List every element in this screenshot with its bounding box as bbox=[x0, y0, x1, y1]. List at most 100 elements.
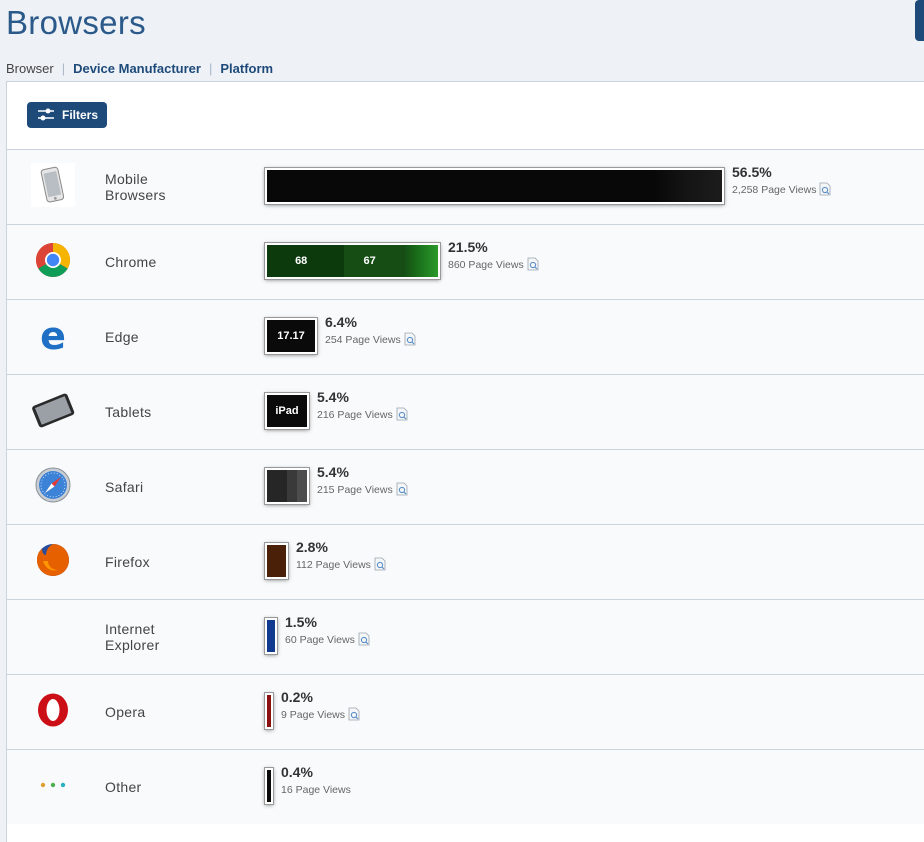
filters-label: Filters bbox=[62, 108, 99, 122]
share-bar[interactable]: iPad bbox=[265, 393, 309, 429]
browser-name-line: Chrome bbox=[105, 254, 157, 270]
browser-name-line: Mobile bbox=[105, 171, 149, 187]
mobile-phone-icon bbox=[31, 163, 75, 207]
tablet-icon bbox=[31, 388, 75, 432]
chrome-icon bbox=[31, 238, 75, 282]
sliders-icon bbox=[38, 108, 54, 121]
browser-row: e Edge 17.17 6.4% 254 Page Views bbox=[7, 299, 924, 374]
tab-browser: Browser bbox=[6, 61, 54, 76]
share-percent: 21.5% bbox=[448, 239, 488, 255]
browser-name-text: Other bbox=[105, 779, 142, 795]
share-stats: 5.4% 215 Page Views bbox=[317, 464, 409, 498]
browser-row: Opera 0.2% 9 Page Views bbox=[7, 674, 924, 749]
share-percent: 1.5% bbox=[285, 614, 317, 630]
browser-list: Mobile Browsers 56.5% 2,258 Page Views Chrom… bbox=[7, 149, 924, 824]
share-percent: 5.4% bbox=[317, 389, 349, 405]
share-bar[interactable] bbox=[265, 768, 273, 804]
share-percent: 56.5% bbox=[732, 164, 772, 180]
edge-icon: e bbox=[31, 313, 75, 357]
browser-name-line: Internet bbox=[105, 621, 155, 637]
browser-name-text: Chrome bbox=[105, 254, 157, 270]
browser-name: Firefox bbox=[105, 525, 235, 599]
share-bar[interactable]: 17.17 bbox=[265, 318, 317, 354]
opera-icon bbox=[31, 688, 75, 732]
browser-row: Other 0.4% 16 Page Views bbox=[7, 749, 924, 824]
share-bar[interactable] bbox=[265, 168, 724, 204]
share-stats: 56.5% 2,258 Page Views bbox=[732, 164, 832, 198]
browser-name-line: Browsers bbox=[105, 187, 166, 203]
tab-device-manufacturer[interactable]: Device Manufacturer bbox=[73, 61, 201, 76]
page-views: 216 Page Views bbox=[317, 409, 393, 421]
share-bar[interactable] bbox=[265, 468, 309, 504]
share-bar[interactable] bbox=[265, 693, 273, 729]
browser-row: Internet Explorer 1.5% 60 Page Views bbox=[7, 599, 924, 674]
browser-name: Mobile Browsers bbox=[105, 150, 235, 224]
share-stats: 6.4% 254 Page Views bbox=[325, 314, 417, 348]
browser-name-text: Mobile Browsers bbox=[105, 171, 166, 203]
page-views: 215 Page Views bbox=[317, 484, 393, 496]
browser-name: Opera bbox=[105, 675, 235, 749]
page-views: 9 Page Views bbox=[281, 709, 346, 721]
bar-segment-label: 17.17 bbox=[277, 330, 305, 342]
share-percent: 5.4% bbox=[317, 464, 349, 480]
view-tabs: Browser | Device Manufacturer | Platform bbox=[6, 61, 273, 76]
browser-name-text: Safari bbox=[105, 479, 143, 495]
share-percent: 6.4% bbox=[325, 314, 357, 330]
firefox-icon bbox=[31, 538, 75, 582]
bar-segment-label: 67 bbox=[363, 255, 376, 267]
svg-text:e: e bbox=[40, 317, 66, 353]
browser-name: Edge bbox=[105, 300, 235, 374]
browser-name: Safari bbox=[105, 450, 235, 524]
report-icon[interactable] bbox=[373, 557, 387, 571]
share-percent: 2.8% bbox=[296, 539, 328, 555]
share-bar[interactable] bbox=[265, 543, 288, 579]
report-icon[interactable] bbox=[357, 632, 371, 646]
browser-name-text: Internet Explorer bbox=[105, 621, 160, 653]
browser-name-text: Firefox bbox=[105, 554, 150, 570]
tab-platform[interactable]: Platform bbox=[220, 61, 273, 76]
filters-button[interactable]: Filters bbox=[27, 102, 107, 128]
bar-segment-label: 68 bbox=[295, 255, 308, 267]
browser-row: Chrome 68 67 21.5% 860 Page Views bbox=[7, 224, 924, 299]
browser-name-line: Tablets bbox=[105, 404, 152, 420]
browser-name-text: Opera bbox=[105, 704, 145, 720]
tab-separator: | bbox=[61, 61, 66, 76]
page-views: 254 Page Views bbox=[325, 334, 401, 346]
share-percent: 0.4% bbox=[281, 764, 313, 780]
other-dots-icon bbox=[31, 763, 75, 807]
browser-name-text: Edge bbox=[105, 329, 139, 345]
browser-row: Firefox 2.8% 112 Page Views bbox=[7, 524, 924, 599]
browser-name-line: Edge bbox=[105, 329, 139, 345]
page-views: 2,258 Page Views bbox=[732, 184, 817, 196]
report-icon[interactable] bbox=[395, 482, 409, 496]
page-views: 112 Page Views bbox=[296, 559, 371, 571]
page-views: 16 Page Views bbox=[281, 784, 351, 796]
browser-name: Internet Explorer bbox=[105, 600, 235, 674]
report-icon[interactable] bbox=[526, 257, 540, 271]
bar-segment-label: iPad bbox=[275, 405, 299, 417]
report-icon[interactable] bbox=[403, 332, 417, 346]
tab-separator: | bbox=[208, 61, 213, 76]
browser-name-line: Opera bbox=[105, 704, 146, 720]
share-stats: 5.4% 216 Page Views bbox=[317, 389, 409, 423]
report-icon[interactable] bbox=[347, 707, 361, 721]
report-icon[interactable] bbox=[818, 182, 832, 196]
page-views: 860 Page Views bbox=[448, 259, 524, 271]
report-icon[interactable] bbox=[395, 407, 409, 421]
internet-explorer-icon bbox=[31, 613, 75, 657]
browser-row: Tablets iPad 5.4% 216 Page Views bbox=[7, 374, 924, 449]
corner-button[interactable] bbox=[915, 0, 924, 41]
browser-name-line: Other bbox=[105, 779, 142, 795]
share-stats: 0.2% 9 Page Views bbox=[281, 689, 361, 723]
browser-name: Other bbox=[105, 750, 235, 824]
browser-name-text: Tablets bbox=[105, 404, 151, 420]
browser-name: Chrome bbox=[105, 225, 235, 299]
browser-name-line: Safari bbox=[105, 479, 144, 495]
browser-row: Safari 5.4% 215 Page Views bbox=[7, 449, 924, 524]
share-stats: 0.4% 16 Page Views bbox=[281, 764, 351, 798]
share-stats: 1.5% 60 Page Views bbox=[285, 614, 371, 648]
share-percent: 0.2% bbox=[281, 689, 313, 705]
page-views: 60 Page Views bbox=[285, 634, 355, 646]
share-bar[interactable] bbox=[265, 618, 277, 654]
share-bar[interactable]: 68 67 bbox=[265, 243, 440, 279]
